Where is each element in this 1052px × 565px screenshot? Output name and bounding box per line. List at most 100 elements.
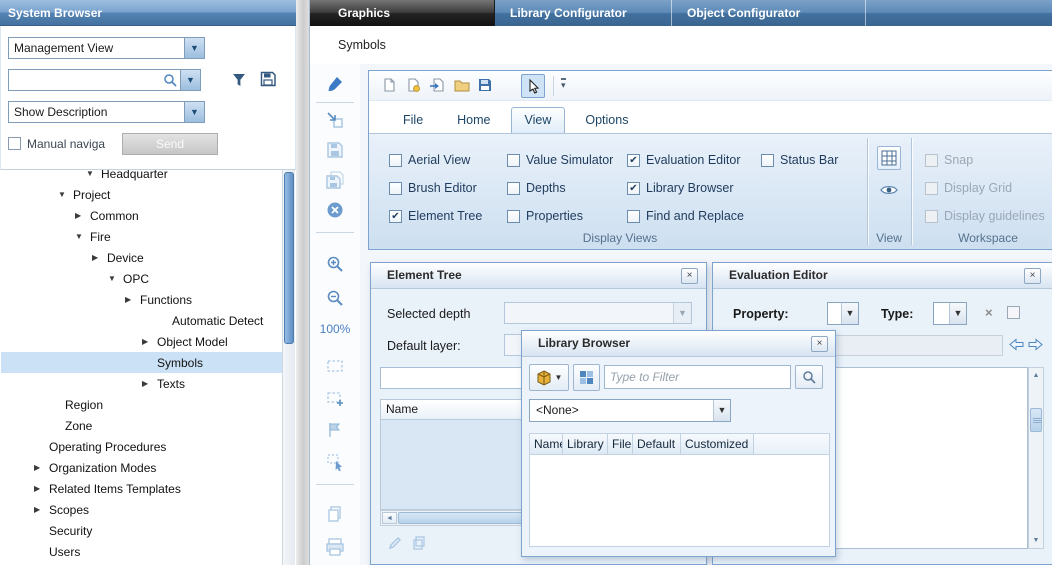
view-mode-selector[interactable]: Management View ▼	[8, 37, 205, 59]
tree-item-texts[interactable]: ▶Texts	[1, 373, 282, 394]
library-list-area[interactable]	[529, 455, 830, 547]
pointer-tool-button[interactable]	[521, 74, 545, 98]
tree-item-organization-modes[interactable]: ▶Organization Modes	[1, 457, 282, 478]
tab-graphics[interactable]: Graphics	[310, 0, 495, 26]
tree-item-common[interactable]: ▶Common	[1, 205, 282, 226]
customize-toolbar-icon[interactable]: ▾	[561, 78, 566, 90]
tree-scrollbar[interactable]	[282, 170, 295, 565]
scrollbar-thumb[interactable]	[398, 512, 538, 524]
duplicate-icon[interactable]	[411, 535, 427, 554]
navigate-back-icon[interactable]	[1009, 338, 1024, 354]
tree-item-region[interactable]: Region	[1, 394, 282, 415]
column-header-name[interactable]: Name	[529, 433, 563, 455]
library-filter-box[interactable]	[604, 365, 791, 389]
expand-icon[interactable]: ▶	[75, 205, 90, 226]
collapse-icon[interactable]: ▼	[108, 268, 123, 289]
close-icon[interactable]: ×	[811, 336, 828, 352]
tree-item-opc[interactable]: ▼OPC	[1, 268, 282, 289]
close-icon[interactable]: ×	[681, 268, 698, 284]
vertical-scrollbar[interactable]: ▲ ▼	[1028, 367, 1044, 549]
expand-icon[interactable]: ▶	[34, 457, 49, 478]
view-mode-button[interactable]	[573, 364, 600, 391]
open-icon[interactable]	[453, 77, 471, 95]
expand-icon[interactable]: ▶	[142, 331, 157, 352]
tree-item-scopes[interactable]: ▶Scopes	[1, 499, 282, 520]
chevron-down-icon[interactable]: ▼	[713, 400, 730, 421]
column-header-customized[interactable]: Customized	[681, 433, 754, 455]
description-selector[interactable]: Show Description ▼	[8, 101, 205, 123]
copy-icon[interactable]	[323, 502, 347, 526]
zoom-level-label[interactable]: 100%	[310, 322, 360, 336]
send-button[interactable]: Send	[122, 133, 218, 155]
save-icon[interactable]	[477, 77, 495, 95]
tree-item-object-model[interactable]: ▶Object Model	[1, 331, 282, 352]
tree-item-security[interactable]: Security	[1, 520, 282, 541]
checkbox-find-and-replace[interactable]: Find and Replace	[627, 208, 744, 224]
library-filter-input[interactable]	[605, 366, 790, 388]
search-input[interactable]	[9, 71, 163, 89]
library-search-button[interactable]	[795, 365, 823, 389]
checkbox-depths[interactable]: Depths	[507, 180, 566, 196]
select-rect-icon[interactable]	[323, 354, 347, 378]
toggle-checkbox-icon[interactable]	[1007, 306, 1020, 319]
collapse-icon[interactable]: ▼	[58, 184, 73, 205]
save-all-icon[interactable]	[323, 168, 347, 192]
tree-item-users[interactable]: Users	[1, 541, 282, 562]
column-header-file[interactable]: File	[608, 433, 633, 455]
checkbox-library-browser[interactable]: ✔Library Browser	[627, 180, 734, 196]
property-combo[interactable]: ▼	[827, 302, 859, 325]
add-rect-icon[interactable]	[323, 386, 347, 410]
expand-icon[interactable]: ▶	[92, 247, 107, 268]
new-icon[interactable]	[381, 77, 399, 95]
place-symbol-icon[interactable]	[323, 108, 347, 132]
checkbox-aerial-view[interactable]: Aerial View	[389, 152, 470, 168]
select-elements-icon[interactable]	[323, 450, 347, 474]
navigate-forward-icon[interactable]	[1028, 338, 1043, 354]
tree-item-device[interactable]: ▶Device	[1, 247, 282, 268]
ribbon-tab-options[interactable]: Options	[571, 107, 642, 133]
panel-splitter[interactable]	[296, 0, 310, 565]
tab-library-configurator[interactable]: Library Configurator	[495, 0, 672, 26]
brush-icon[interactable]	[323, 72, 347, 96]
column-header-library[interactable]: Library	[563, 433, 608, 455]
tree-item-project[interactable]: ▼Project	[1, 184, 282, 205]
save-icon[interactable]	[323, 138, 347, 162]
scrollbar-thumb[interactable]	[1030, 408, 1042, 432]
tree-item-headquarter[interactable]: ▼Headquarter	[1, 170, 282, 184]
scroll-down-icon[interactable]: ▼	[1030, 534, 1042, 547]
scroll-left-icon[interactable]: ◄	[382, 512, 397, 524]
checkbox-evaluation-editor[interactable]: ✔Evaluation Editor	[627, 152, 741, 168]
checkbox-element-tree[interactable]: ✔Element Tree	[389, 208, 482, 224]
clear-x-icon[interactable]: ×	[985, 302, 993, 324]
expand-icon[interactable]: ▶	[142, 373, 157, 394]
column-header-default[interactable]: Default	[633, 433, 681, 455]
collapse-icon[interactable]: ▼	[75, 226, 90, 247]
type-combo[interactable]: ▼	[933, 302, 967, 325]
chevron-down-icon[interactable]: ▼	[949, 303, 966, 324]
ribbon-tab-view[interactable]: View	[511, 107, 566, 133]
tree-item-fire[interactable]: ▼Fire	[1, 226, 282, 247]
tree-item-operating-procedures[interactable]: Operating Procedures	[1, 436, 282, 457]
close-icon[interactable]: ×	[1024, 268, 1041, 284]
checkbox-status-bar[interactable]: Status Bar	[761, 152, 838, 168]
zoom-out-icon[interactable]	[323, 286, 347, 310]
tree-item-automatic-detect[interactable]: Automatic Detect	[1, 310, 282, 331]
import-icon[interactable]	[429, 77, 447, 95]
ribbon-tab-file[interactable]: File	[389, 107, 437, 133]
chevron-down-icon[interactable]: ▼	[184, 102, 204, 122]
ribbon-tab-home[interactable]: Home	[443, 107, 504, 133]
tree-item-related-items-templates[interactable]: ▶Related Items Templates	[1, 478, 282, 499]
filter-funnel-icon[interactable]	[231, 72, 247, 91]
library-selection-combo[interactable]: <None> ▼	[529, 399, 731, 422]
tree-item-symbols[interactable]: Symbols	[1, 352, 282, 373]
scrollbar-thumb[interactable]	[284, 172, 294, 344]
tree-item-functions[interactable]: ▶Functions	[1, 289, 282, 310]
checkbox-value-simulator[interactable]: Value Simulator	[507, 152, 613, 168]
subtab-symbols[interactable]: Symbols	[338, 38, 386, 52]
zoom-in-icon[interactable]	[323, 252, 347, 276]
tab-object-configurator[interactable]: Object Configurator	[672, 0, 866, 26]
chevron-down-icon[interactable]: ▼	[841, 303, 858, 324]
chevron-down-icon[interactable]: ▼	[184, 38, 204, 58]
print-icon[interactable]	[323, 534, 347, 558]
grid-icon[interactable]	[877, 146, 901, 170]
